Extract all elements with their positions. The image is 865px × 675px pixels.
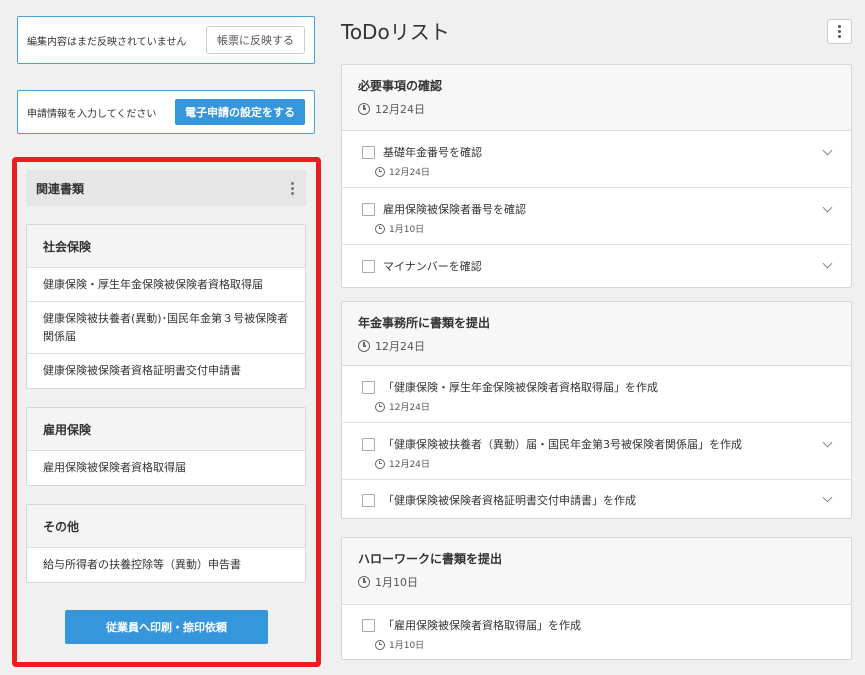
todo-card-title: 年金事務所に書類を提出 bbox=[358, 316, 491, 330]
todo-task[interactable]: マイナンバーを確認 bbox=[342, 245, 851, 287]
task-checkbox[interactable] bbox=[362, 145, 375, 159]
todo-menu-button[interactable] bbox=[827, 19, 852, 44]
todo-card-date: 12月24日 bbox=[358, 338, 835, 354]
doc-link[interactable]: 健康保険被保険者資格証明書交付申請書 bbox=[27, 354, 305, 388]
doc-link[interactable]: 給与所得者の扶養控除等（異動）申告書 bbox=[27, 548, 305, 582]
todo-task[interactable]: 基礎年金番号を確認 12月24日 bbox=[342, 131, 851, 188]
kebab-icon bbox=[834, 25, 846, 38]
task-checkbox[interactable] bbox=[362, 437, 375, 451]
todo-task[interactable]: 「健康保険被保険者資格証明書交付申請書」を作成 bbox=[342, 480, 851, 518]
task-date: 1月10日 bbox=[375, 638, 851, 651]
clock-icon bbox=[375, 458, 385, 469]
task-checkbox[interactable] bbox=[362, 618, 375, 632]
doc-group-other: その他 給与所得者の扶養控除等（異動）申告書 bbox=[26, 504, 306, 583]
todo-card-header: ハローワークに書類を提出 1月10日 bbox=[342, 538, 851, 605]
todo-card-date-text: 1月10日 bbox=[375, 576, 418, 589]
todo-card: 年金事務所に書類を提出 12月24日 「健康保険・厚生年金保険被保険者資格取得届… bbox=[341, 301, 852, 519]
doc-group-title: 社会保険 bbox=[27, 225, 305, 268]
doc-group-title: その他 bbox=[27, 505, 305, 548]
task-checkbox[interactable] bbox=[362, 493, 375, 507]
todo-card: 必要事項の確認 12月24日 基礎年金番号を確認 12月24日 雇用保険被保険者… bbox=[341, 64, 852, 288]
task-date: 12月24日 bbox=[375, 400, 851, 413]
task-date-text: 12月24日 bbox=[389, 460, 430, 470]
todo-task[interactable]: 雇用保険被保険者番号を確認 1月10日 bbox=[342, 188, 851, 245]
todo-card-header: 年金事務所に書類を提出 12月24日 bbox=[342, 302, 851, 366]
clock-icon bbox=[375, 639, 385, 650]
reflect-to-form-button[interactable]: 帳票に反映する bbox=[206, 26, 305, 54]
apply-notice-text: 申請情報を入力してください bbox=[27, 108, 157, 120]
clock-icon bbox=[358, 340, 370, 352]
doc-link[interactable]: 雇用保険被保険者資格取得届 bbox=[27, 451, 305, 485]
task-date: 12月24日 bbox=[375, 457, 851, 470]
doc-group-social-insurance: 社会保険 健康保険・厚生年金保険被保険者資格取得届 健康保険被扶養者(異動)･国… bbox=[26, 224, 306, 389]
todo-card-date: 1月10日 bbox=[358, 574, 835, 590]
task-label: 「健康保険・厚生年金保険被保険者資格取得届」を作成 bbox=[383, 381, 658, 394]
clock-icon bbox=[358, 103, 370, 115]
todo-card-title: ハローワークに書類を提出 bbox=[358, 552, 503, 566]
task-checkbox[interactable] bbox=[362, 202, 375, 216]
print-request-button[interactable]: 従業員へ印刷・捺印依頼 bbox=[65, 610, 268, 644]
task-label: 基礎年金番号を確認 bbox=[383, 146, 482, 159]
related-documents-title: 関連書類 bbox=[36, 181, 85, 196]
task-date-text: 12月24日 bbox=[389, 168, 430, 178]
clock-icon bbox=[375, 223, 385, 234]
todo-title: ToDoリスト bbox=[341, 20, 450, 44]
task-date-text: 1月10日 bbox=[389, 225, 425, 235]
unreflected-notice: 編集内容はまだ反映されていません 帳票に反映する bbox=[17, 16, 315, 64]
task-label: マイナンバーを確認 bbox=[383, 260, 482, 273]
task-label: 「健康保険被保険者資格証明書交付申請書」を作成 bbox=[383, 494, 636, 507]
todo-task[interactable]: 「健康保険被扶養者（異動）届・国民年金第3号被保険者関係届」を作成 12月24日 bbox=[342, 423, 851, 480]
doc-link[interactable]: 健康保険・厚生年金保険被保険者資格取得届 bbox=[27, 268, 305, 302]
unreflected-notice-text: 編集内容はまだ反映されていません bbox=[27, 36, 187, 48]
todo-card-header: 必要事項の確認 12月24日 bbox=[342, 65, 851, 131]
todo-card: ハローワークに書類を提出 1月10日 「雇用保険被保険者資格取得届」を作成 1月… bbox=[341, 537, 852, 660]
task-date: 12月24日 bbox=[375, 165, 851, 178]
task-label: 「健康保険被扶養者（異動）届・国民年金第3号被保険者関係届」を作成 bbox=[383, 438, 742, 451]
e-application-settings-button[interactable]: 電子申請の設定をする bbox=[175, 99, 305, 125]
todo-card-title: 必要事項の確認 bbox=[358, 79, 443, 93]
task-label: 「雇用保険被保険者資格取得届」を作成 bbox=[383, 619, 581, 632]
apply-notice: 申請情報を入力してください 電子申請の設定をする bbox=[17, 90, 315, 134]
todo-task[interactable]: 「雇用保険被保険者資格取得届」を作成 1月10日 bbox=[342, 605, 851, 659]
todo-task[interactable]: 「健康保険・厚生年金保険被保険者資格取得届」を作成 12月24日 bbox=[342, 366, 851, 423]
task-label: 雇用保険被保険者番号を確認 bbox=[383, 203, 526, 216]
task-date-text: 1月10日 bbox=[389, 641, 425, 651]
doc-link[interactable]: 健康保険被扶養者(異動)･国民年金第３号被保険者関係届 bbox=[27, 302, 305, 354]
related-menu-icon[interactable] bbox=[286, 181, 298, 195]
doc-group-employment-insurance: 雇用保険 雇用保険被保険者資格取得届 bbox=[26, 407, 306, 486]
related-documents-header: 関連書類 bbox=[26, 170, 306, 206]
clock-icon bbox=[375, 166, 385, 177]
doc-group-title: 雇用保険 bbox=[27, 408, 305, 451]
clock-icon bbox=[375, 401, 385, 412]
todo-card-date-text: 12月24日 bbox=[375, 103, 425, 116]
todo-card-date-text: 12月24日 bbox=[375, 340, 425, 353]
clock-icon bbox=[358, 576, 370, 588]
related-documents-panel: 関連書類 社会保険 健康保険・厚生年金保険被保険者資格取得届 健康保険被扶養者(… bbox=[26, 170, 306, 583]
task-checkbox[interactable] bbox=[362, 380, 375, 394]
task-date: 1月10日 bbox=[375, 222, 851, 235]
todo-card-date: 12月24日 bbox=[358, 101, 835, 117]
task-checkbox[interactable] bbox=[362, 259, 375, 273]
task-date-text: 12月24日 bbox=[389, 403, 430, 413]
